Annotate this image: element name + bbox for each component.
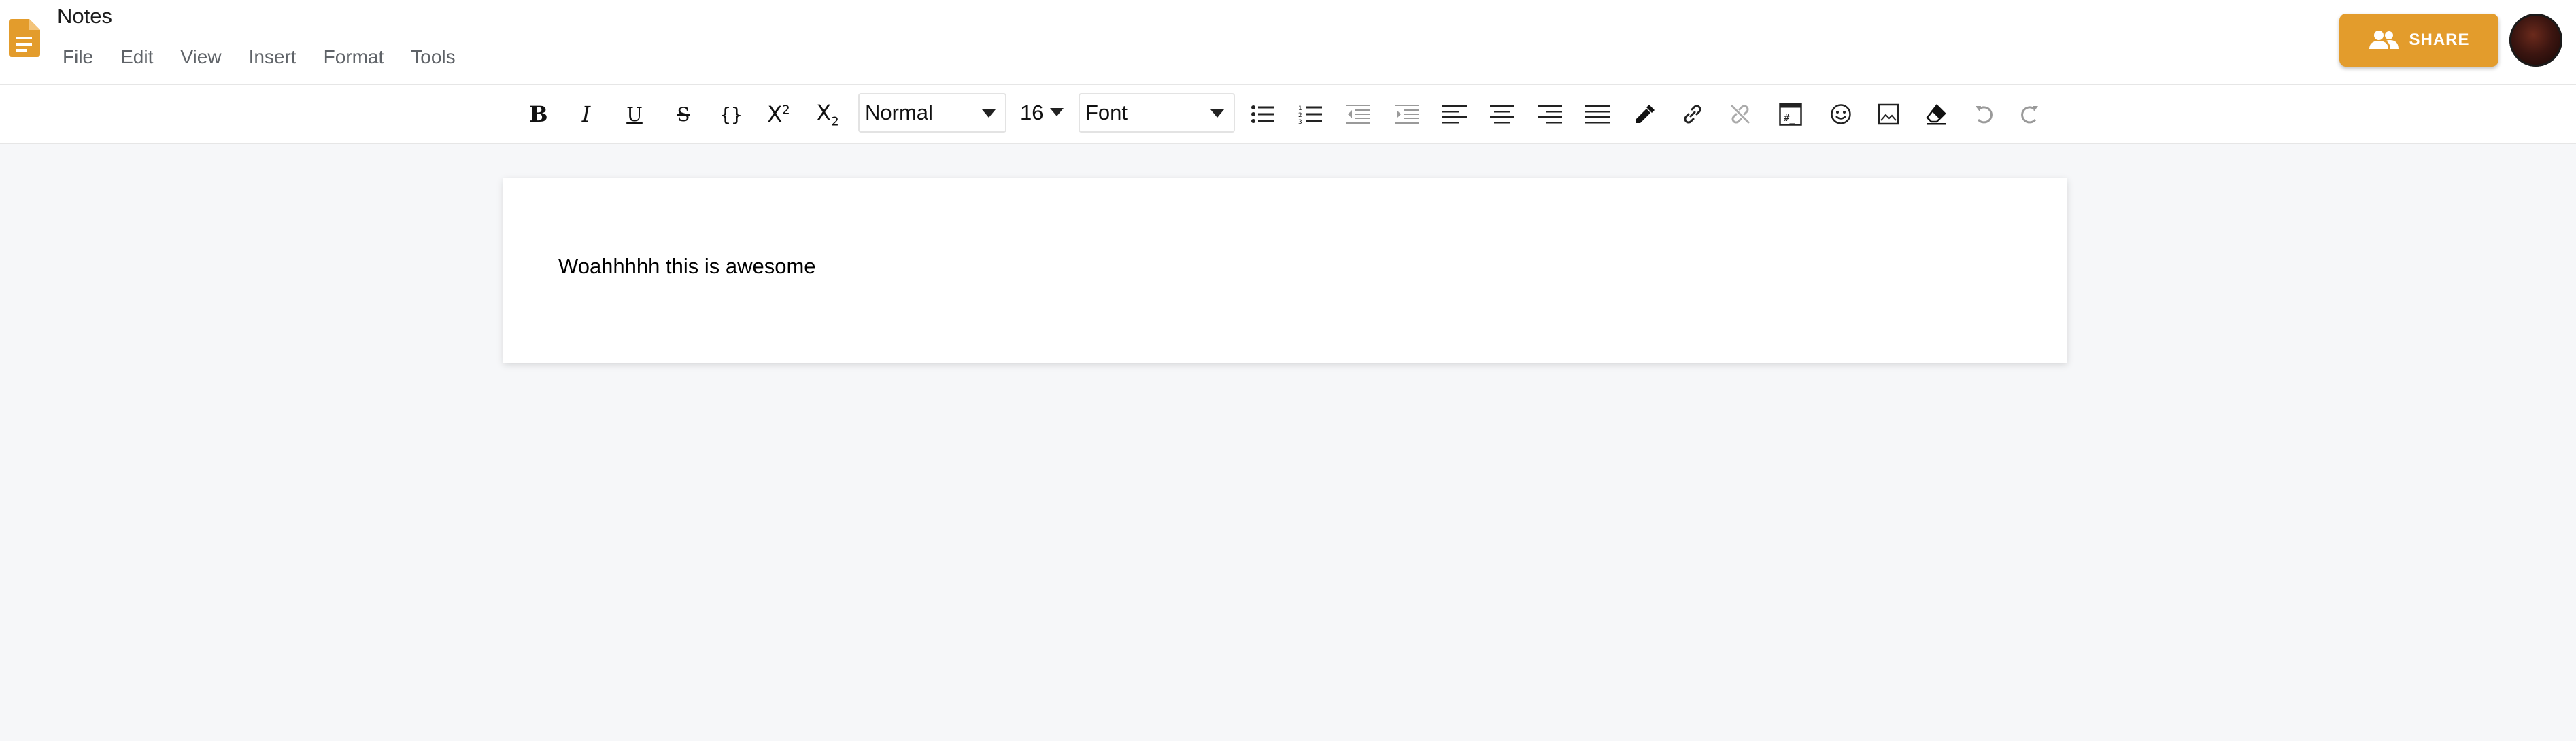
redo-icon bbox=[2021, 106, 2038, 124]
color-picker-icon bbox=[1636, 105, 1655, 123]
font-size-select[interactable]: 16 bbox=[1015, 93, 1070, 133]
document-body-text[interactable]: Woahhhhh this is awesome bbox=[558, 254, 816, 279]
menu-insert[interactable]: Insert bbox=[249, 44, 296, 71]
insert-image-button[interactable] bbox=[1870, 97, 1907, 131]
chevron-down-icon bbox=[1050, 108, 1064, 116]
align-center-icon bbox=[1490, 105, 1514, 124]
undo-icon bbox=[1976, 106, 1993, 124]
clear-formatting-button[interactable] bbox=[1918, 97, 1954, 131]
redo-button[interactable] bbox=[2012, 97, 2048, 131]
font-family-select[interactable]: Font bbox=[1079, 93, 1235, 133]
menu-tools[interactable]: Tools bbox=[411, 44, 455, 71]
numbered-list-button[interactable]: 1 2 3 bbox=[1292, 97, 1329, 131]
strikethrough-button[interactable]: S bbox=[665, 97, 702, 131]
chevron-down-icon bbox=[1210, 109, 1224, 118]
code-button[interactable]: {} bbox=[713, 97, 749, 131]
align-right-button[interactable] bbox=[1531, 97, 1568, 131]
emoji-button[interactable] bbox=[1823, 97, 1859, 131]
share-label: SHARE bbox=[2409, 31, 2470, 49]
underline-icon: U bbox=[626, 103, 643, 126]
text-color-button[interactable] bbox=[1627, 97, 1663, 131]
italic-icon: I bbox=[581, 101, 591, 127]
document-title[interactable]: Notes bbox=[57, 4, 112, 29]
menu-bar: File Edit View Insert Format Tools bbox=[63, 44, 483, 71]
align-justify-icon bbox=[1585, 105, 1610, 124]
paragraph-style-select[interactable]: Normal bbox=[858, 93, 1006, 133]
document-icon bbox=[9, 19, 40, 57]
people-icon bbox=[2369, 31, 2399, 49]
svg-text:2: 2 bbox=[1298, 112, 1302, 119]
chevron-down-icon bbox=[982, 109, 996, 118]
code-icon: {} bbox=[719, 103, 743, 126]
indent-decrease-icon bbox=[1346, 105, 1370, 124]
clear-formatting-icon bbox=[1926, 104, 1946, 125]
superscript-button[interactable]: X2 bbox=[760, 97, 797, 131]
link-icon bbox=[1684, 105, 1701, 124]
menu-view[interactable]: View bbox=[180, 44, 221, 71]
italic-button[interactable]: I bbox=[568, 97, 605, 131]
menu-edit[interactable]: Edit bbox=[120, 44, 153, 71]
svg-text:3: 3 bbox=[1298, 119, 1302, 124]
bold-button[interactable]: B bbox=[520, 97, 557, 131]
code-block-icon: #_ bbox=[1779, 103, 1802, 126]
code-block-button[interactable]: #_ bbox=[1772, 97, 1809, 131]
align-center-button[interactable] bbox=[1484, 97, 1521, 131]
app-header: Notes File Edit View Insert Format Tools… bbox=[0, 0, 2576, 85]
align-left-icon bbox=[1442, 105, 1467, 124]
svg-text:#_: #_ bbox=[1784, 113, 1795, 124]
svg-text:1: 1 bbox=[1298, 105, 1302, 112]
indent-increase-icon bbox=[1395, 105, 1419, 124]
avatar[interactable] bbox=[2509, 14, 2562, 67]
image-icon bbox=[1878, 103, 1899, 125]
unlink-icon bbox=[1731, 105, 1750, 124]
share-button[interactable]: SHARE bbox=[2339, 14, 2498, 67]
numbered-list-icon: 1 2 3 bbox=[1298, 105, 1322, 124]
emoji-icon bbox=[1831, 104, 1851, 124]
align-left-button[interactable] bbox=[1436, 97, 1473, 131]
subscript-button[interactable]: X2 bbox=[809, 97, 846, 131]
indent-button[interactable] bbox=[1389, 97, 1425, 131]
font-family-value: Font bbox=[1085, 101, 1128, 124]
bulleted-list-icon bbox=[1251, 105, 1274, 123]
undo-button[interactable] bbox=[1965, 97, 2002, 131]
font-size-value: 16 bbox=[1020, 101, 1044, 124]
underline-button[interactable]: U bbox=[616, 97, 653, 131]
outdent-button[interactable] bbox=[1340, 97, 1376, 131]
paragraph-style-value: Normal bbox=[865, 101, 933, 124]
subscript-icon: X2 bbox=[816, 99, 839, 129]
superscript-icon: X2 bbox=[767, 101, 790, 127]
bold-icon: B bbox=[529, 101, 548, 127]
document-page[interactable]: Woahhhhh this is awesome bbox=[503, 178, 2067, 363]
menu-format[interactable]: Format bbox=[324, 44, 384, 71]
insert-link-button[interactable] bbox=[1674, 97, 1711, 131]
align-right-icon bbox=[1538, 105, 1562, 124]
menu-file[interactable]: File bbox=[63, 44, 93, 71]
bulleted-list-button[interactable] bbox=[1244, 97, 1281, 131]
remove-link-button[interactable] bbox=[1722, 97, 1759, 131]
strikethrough-icon: S bbox=[677, 103, 690, 126]
formatting-toolbar: B I U S {} X2 X2 Normal 16 Font 1 2 3 #_ bbox=[0, 85, 2576, 144]
align-justify-button[interactable] bbox=[1579, 97, 1616, 131]
